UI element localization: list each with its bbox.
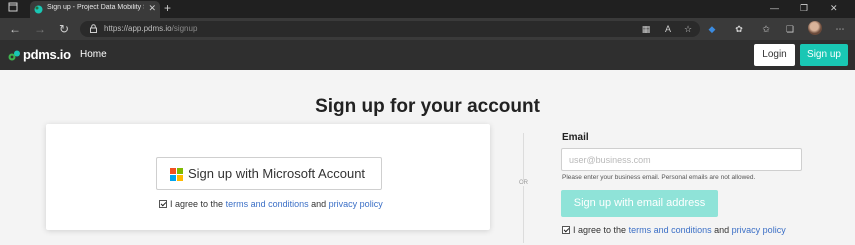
site-header: pdms.io Home — [0, 40, 855, 70]
or-label: OR — [515, 180, 532, 186]
microsoft-signup-button[interactable]: Sign up with Microsoft Account — [156, 157, 382, 190]
site-favicon-icon — [34, 5, 43, 14]
agree-checkbox-left[interactable] — [159, 200, 167, 208]
browser-tab-strip: Sign up - Project Data Mobility S ✕ + — … — [0, 0, 855, 18]
tab-actions-icon[interactable] — [6, 2, 20, 16]
grid-icon[interactable]: ▦ — [640, 23, 652, 35]
terms-agreement-left: I agree to the terms and conditions and … — [159, 199, 383, 209]
login-button[interactable]: Login — [754, 44, 795, 66]
pdms-logo-icon — [8, 50, 20, 61]
puzzle-icon[interactable]: ✿ — [733, 23, 745, 35]
terms-agreement-right: I agree to the terms and conditions and … — [562, 225, 786, 235]
lock-icon[interactable] — [90, 24, 97, 33]
extension-icon[interactable]: ◆ — [706, 23, 718, 35]
agree-prefix-text: I agree to the — [573, 225, 627, 235]
favorite-star-icon[interactable]: ☆ — [682, 23, 694, 35]
tab-title: Sign up - Project Data Mobility S — [47, 4, 144, 11]
back-icon[interactable]: ← — [8, 22, 22, 36]
header-signup-button[interactable]: Sign up — [800, 44, 848, 66]
nav-home-link[interactable]: Home — [80, 49, 107, 60]
address-bar[interactable]: https://app.pdms.io/signup — [80, 21, 700, 37]
profile-avatar[interactable] — [808, 21, 822, 35]
active-browser-tab[interactable]: Sign up - Project Data Mobility S ✕ — [30, 1, 160, 18]
privacy-link[interactable]: privacy policy — [329, 199, 383, 209]
collections-icon[interactable]: ❏ — [784, 23, 796, 35]
terms-link[interactable]: terms and conditions — [226, 199, 309, 209]
email-input[interactable] — [561, 148, 802, 171]
privacy-link[interactable]: privacy policy — [732, 225, 786, 235]
email-signup-button[interactable]: Sign up with email address — [561, 190, 718, 217]
terms-link[interactable]: terms and conditions — [629, 225, 712, 235]
brand-name: pdms.io — [23, 47, 71, 62]
agree-checkbox-right[interactable] — [562, 226, 570, 234]
url-host: https://app.pdms.io — [104, 24, 172, 33]
read-aloud-icon[interactable]: A — [662, 23, 674, 35]
restore-icon[interactable]: ❐ — [800, 3, 808, 14]
microsoft-logo-icon — [170, 168, 183, 181]
browser-toolbar: ← → ↻ https://app.pdms.io/signup ▦ A ☆ ◆… — [0, 18, 855, 40]
close-window-icon[interactable]: ✕ — [830, 3, 838, 14]
more-options-icon[interactable]: ⋯ — [834, 23, 846, 35]
close-tab-icon[interactable]: ✕ — [148, 3, 156, 14]
new-tab-icon[interactable]: + — [164, 1, 171, 15]
and-text: and — [311, 199, 327, 209]
page-title: Sign up for your account — [315, 96, 540, 117]
agree-prefix-text: I agree to the — [170, 199, 224, 209]
email-label: Email — [562, 132, 589, 143]
url-text: https://app.pdms.io/signup — [104, 24, 197, 33]
url-path: /signup — [171, 24, 198, 33]
minimize-icon[interactable]: — — [770, 3, 779, 13]
reload-icon[interactable]: ↻ — [57, 22, 71, 36]
forward-icon[interactable]: → — [33, 22, 47, 36]
microsoft-signup-label: Sign up with Microsoft Account — [188, 166, 366, 181]
or-divider-line — [523, 133, 524, 243]
and-text: and — [714, 225, 730, 235]
favorites-icon[interactable]: ✩ — [760, 23, 772, 35]
email-hint: Please enter your business email. Person… — [562, 174, 756, 181]
